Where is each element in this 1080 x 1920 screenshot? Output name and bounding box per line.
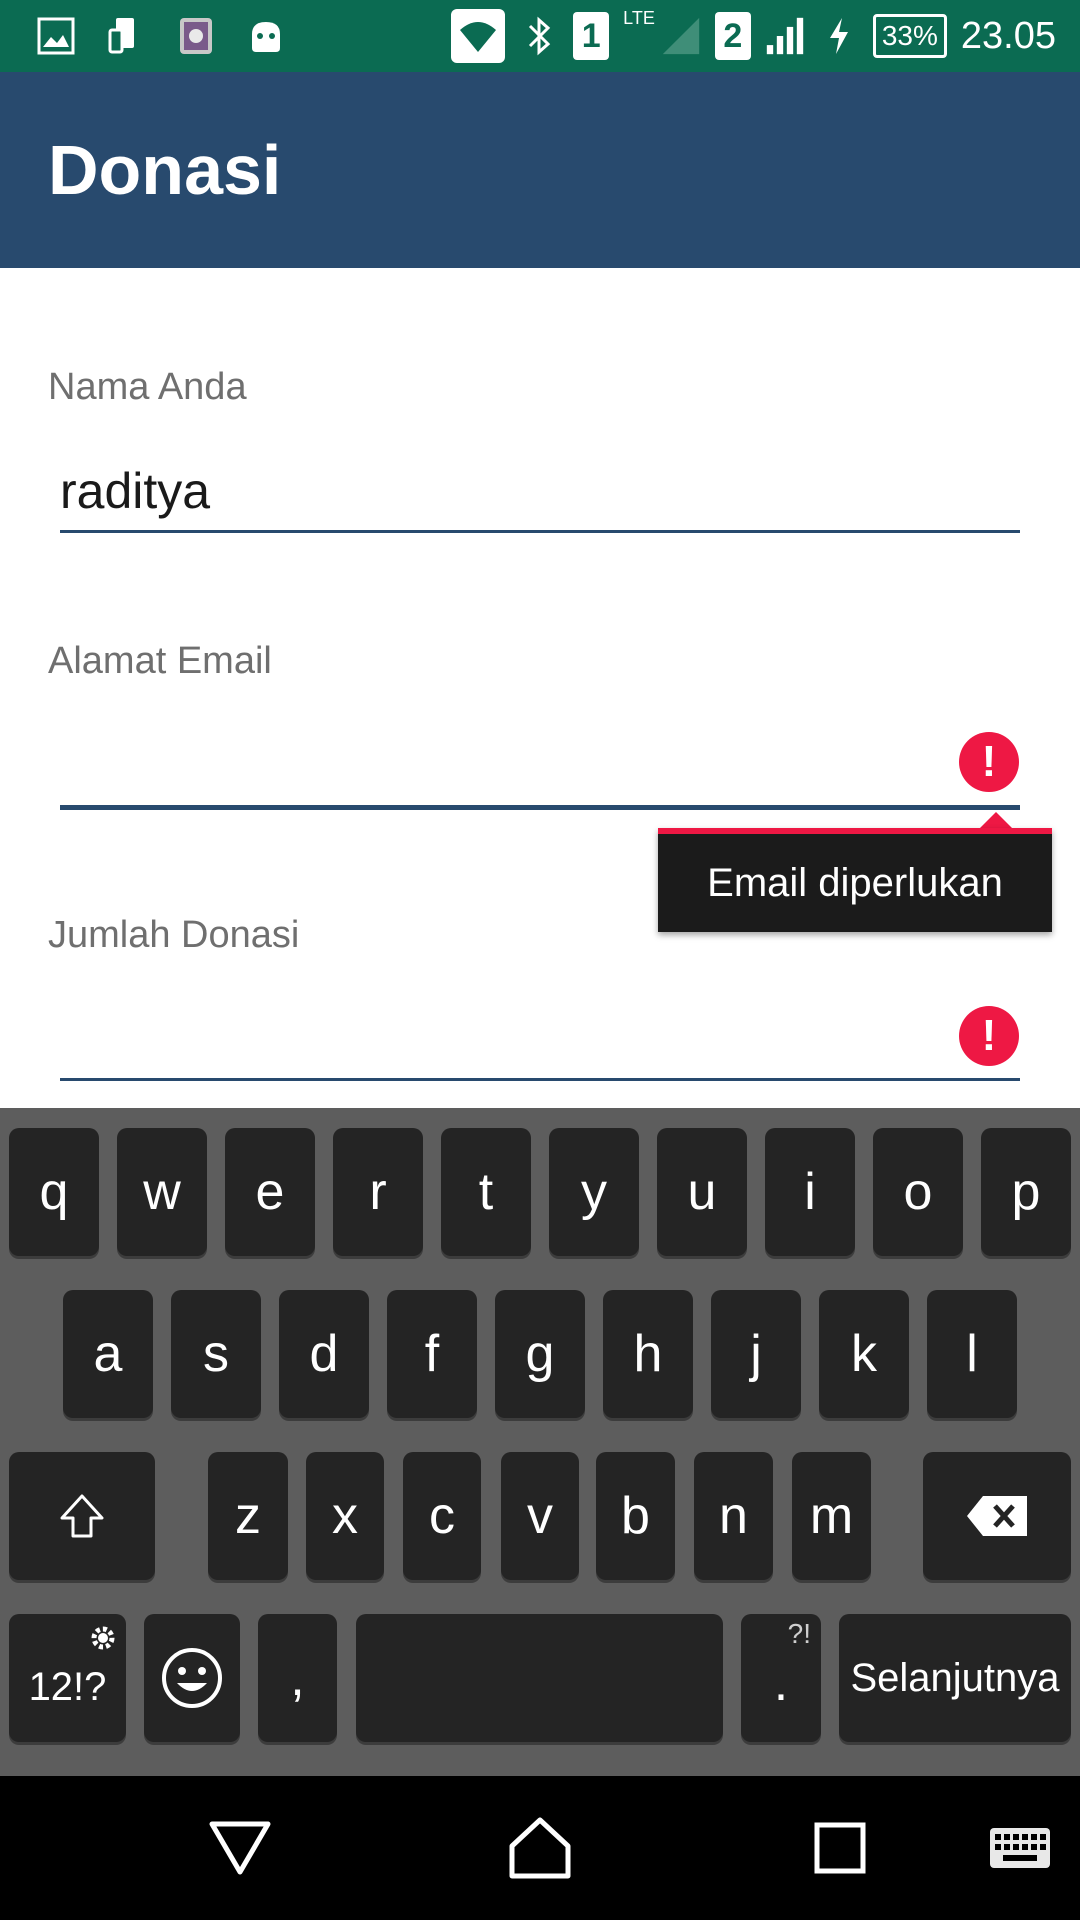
soft-keyboard: q w e r t y u i o p a s d f g h j k l z … (0, 1108, 1080, 1776)
period-key-label: . (773, 1654, 789, 1712)
key-d[interactable]: d (279, 1290, 369, 1418)
key-b[interactable]: b (596, 1452, 675, 1580)
key-h[interactable]: h (603, 1290, 693, 1418)
back-icon[interactable] (200, 1808, 280, 1888)
status-bar: 1 LTE 2 33% 23.05 (0, 0, 1080, 72)
backspace-key[interactable] (923, 1452, 1071, 1580)
device-transfer-icon (106, 16, 146, 56)
battery-indicator: 33% (872, 14, 947, 58)
key-a[interactable]: a (63, 1290, 153, 1418)
key-l[interactable]: l (927, 1290, 1017, 1418)
email-error-icon[interactable]: ! (959, 732, 1019, 792)
key-p[interactable]: p (981, 1128, 1071, 1256)
tooltip-arrow (980, 812, 1012, 828)
system-indicators: 1 LTE 2 33% 23.05 (451, 8, 1056, 64)
clock: 23.05 (960, 14, 1056, 57)
key-o[interactable]: o (873, 1128, 963, 1256)
name-input[interactable]: raditya (60, 462, 210, 520)
period-key-hint: ?! (787, 1618, 811, 1649)
key-z[interactable]: z (208, 1452, 288, 1580)
key-f[interactable]: f (387, 1290, 477, 1418)
name-underline (60, 530, 1020, 533)
key-v[interactable]: v (501, 1452, 579, 1580)
emoji-icon (162, 1648, 222, 1708)
key-e[interactable]: e (225, 1128, 315, 1256)
signal-weak-icon (661, 16, 701, 56)
email-input[interactable] (60, 730, 940, 800)
amount-label: Jumlah Donasi (48, 914, 300, 956)
amount-input[interactable] (60, 1004, 940, 1074)
symbols-key[interactable]: 12!? (9, 1614, 126, 1742)
key-x[interactable]: x (306, 1452, 384, 1580)
email-underline (60, 805, 1020, 810)
shift-key[interactable] (9, 1452, 155, 1580)
navigation-bar (0, 1776, 1080, 1920)
next-key[interactable]: Selanjutnya (839, 1614, 1071, 1742)
space-key[interactable] (356, 1614, 723, 1742)
wifi-icon (451, 9, 506, 63)
notification-icons (36, 12, 286, 60)
backspace-icon (967, 1496, 1027, 1536)
amount-underline (60, 1078, 1020, 1081)
recents-icon[interactable] (800, 1808, 880, 1888)
charging-icon (819, 16, 859, 56)
key-n[interactable]: n (694, 1452, 773, 1580)
sim1-badge: 1 (573, 12, 610, 60)
home-icon[interactable] (500, 1808, 580, 1888)
key-w[interactable]: w (117, 1128, 207, 1256)
key-r[interactable]: r (333, 1128, 423, 1256)
key-s[interactable]: s (171, 1290, 261, 1418)
key-j[interactable]: j (711, 1290, 801, 1418)
android-debug-icon (246, 16, 286, 56)
symbols-key-label: 12!? (28, 1664, 107, 1709)
key-i[interactable]: i (765, 1128, 855, 1256)
key-c[interactable]: c (403, 1452, 481, 1580)
bluetooth-icon (519, 16, 559, 56)
email-label: Alamat Email (48, 640, 272, 682)
key-u[interactable]: u (657, 1128, 747, 1256)
amount-error-icon[interactable]: ! (959, 1006, 1019, 1066)
gallery-icon (36, 16, 76, 56)
page-title: Donasi (48, 131, 282, 209)
key-g[interactable]: g (495, 1290, 585, 1418)
email-error-tooltip: Email diperlukan (658, 828, 1052, 932)
shift-icon (60, 1494, 104, 1538)
app-bar: Donasi (0, 72, 1080, 268)
period-key[interactable]: . ?! (741, 1614, 821, 1742)
comma-key[interactable]: , (258, 1614, 337, 1742)
key-m[interactable]: m (792, 1452, 871, 1580)
key-y[interactable]: y (549, 1128, 639, 1256)
key-q[interactable]: q (9, 1128, 99, 1256)
keyboard-icon[interactable] (980, 1808, 1060, 1888)
signal-icon (765, 16, 805, 56)
emoji-key[interactable] (144, 1614, 240, 1742)
name-label: Nama Anda (48, 366, 247, 408)
key-k[interactable]: k (819, 1290, 909, 1418)
app-locker-icon (176, 16, 216, 56)
sim2-badge: 2 (714, 12, 751, 60)
key-t[interactable]: t (441, 1128, 531, 1256)
network-type: LTE (623, 7, 655, 28)
gear-icon (88, 1618, 118, 1663)
